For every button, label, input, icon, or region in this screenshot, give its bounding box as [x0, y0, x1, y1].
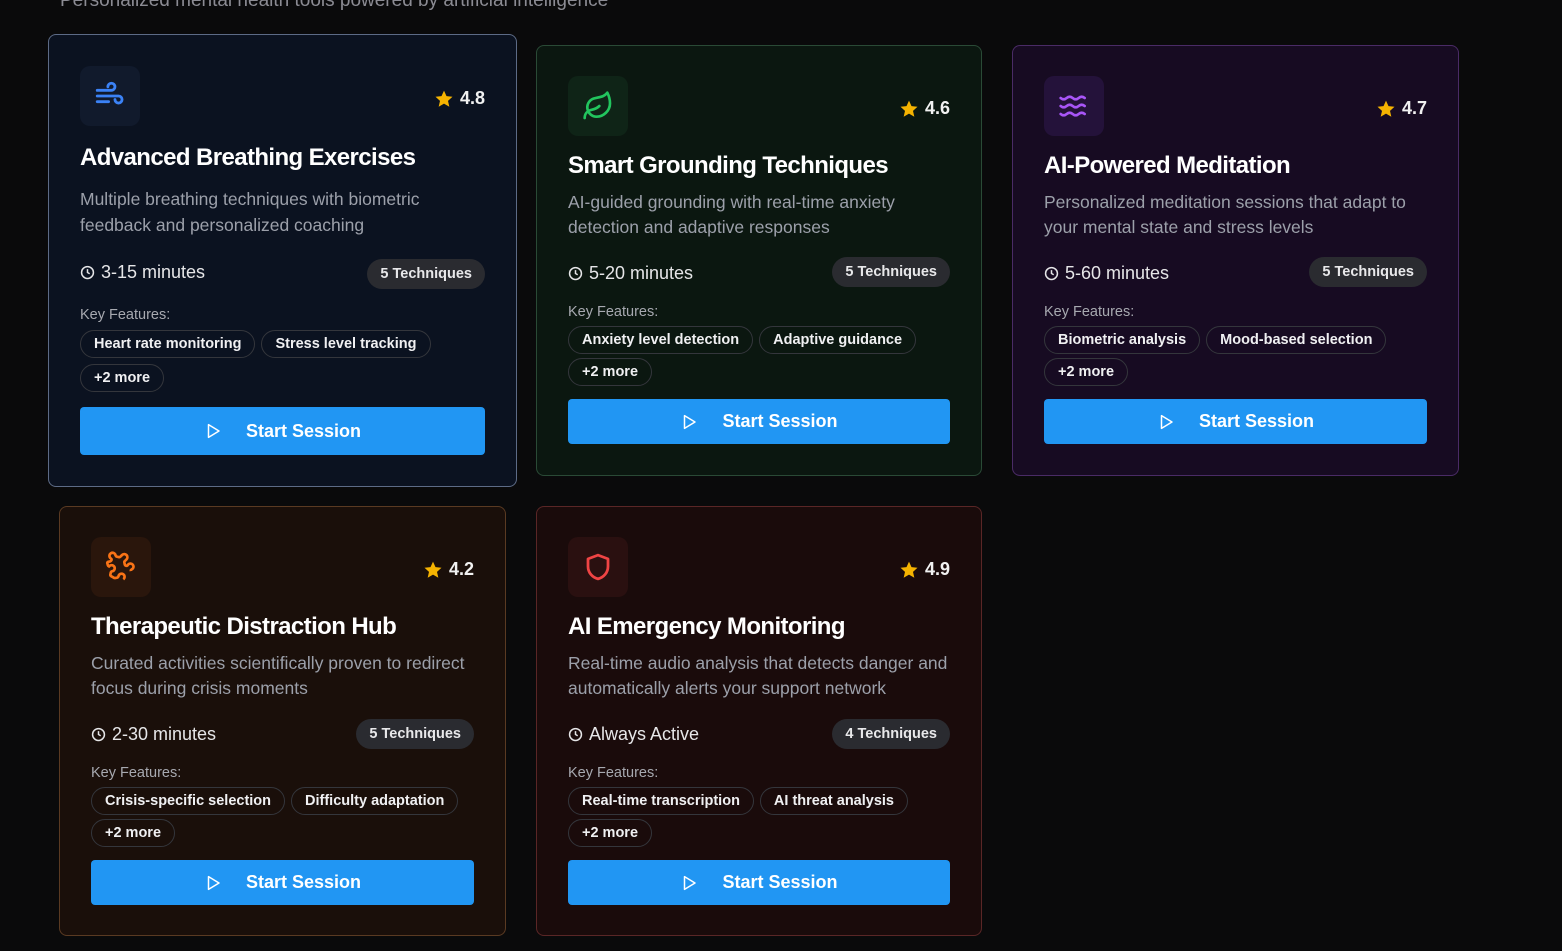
feature-tags: Biometric analysis Mood-based selection … [1044, 326, 1444, 386]
star-icon [900, 100, 918, 117]
more-features-tag[interactable]: +2 more [80, 364, 165, 392]
play-icon [207, 875, 220, 890]
start-session-button[interactable]: Start Session [568, 860, 950, 905]
play-icon [684, 414, 697, 429]
feature-tag: Mood-based selection [1206, 326, 1387, 354]
feature-tag: Crisis-specific selection [91, 787, 286, 815]
card-description: Personalized meditation sessions that ad… [1044, 192, 1406, 237]
feature-tags: Heart rate monitoring Stress level track… [80, 330, 480, 392]
more-features-tag[interactable]: +2 more [1044, 358, 1129, 386]
star-icon [900, 561, 918, 578]
start-session-button[interactable]: Start Session [1044, 399, 1427, 444]
start-session-button[interactable]: Start Session [91, 860, 474, 905]
shield-icon [568, 537, 628, 597]
duration: 5-60 minutes [1044, 263, 1169, 284]
start-session-label: Start Session [245, 872, 362, 892]
rating: 4.2 [423, 559, 474, 580]
key-features-label: Key Features: [91, 765, 182, 781]
feature-tag: AI threat analysis [759, 787, 908, 815]
more-features-tag[interactable]: +2 more [568, 358, 653, 386]
clock-icon [91, 727, 106, 742]
start-session-button[interactable]: Start Session [568, 399, 950, 444]
start-session-label: Start Session [722, 411, 838, 431]
feature-tag: Stress level tracking [261, 330, 431, 358]
rating: 4.9 [899, 559, 950, 580]
waves-icon [1044, 76, 1104, 136]
duration: 3-15 minutes [80, 262, 205, 283]
rating-value: 4.6 [924, 98, 950, 118]
star-icon [1377, 100, 1395, 117]
tool-card-grounding: 4.6 Smart Grounding Techniques AI-guided… [536, 45, 982, 476]
puzzle-icon [91, 537, 151, 597]
tool-card-emergency: 4.9 AI Emergency Monitoring Real-time au… [536, 506, 982, 936]
card-description: Curated activities scientifically proven… [91, 653, 465, 698]
rating-value: 4.7 [1401, 98, 1427, 118]
play-icon [1160, 414, 1173, 429]
start-session-button[interactable]: Start Session [80, 407, 485, 455]
feature-tag: Real-time transcription [568, 787, 754, 815]
duration: 2-30 minutes [91, 724, 216, 745]
rating-value: 4.8 [459, 88, 485, 108]
feature-tags: Real-time transcription AI threat analys… [568, 787, 968, 847]
key-features-label: Key Features: [568, 765, 659, 781]
start-session-label: Start Session [722, 872, 838, 892]
key-features-label: Key Features: [1044, 304, 1135, 320]
card-title: AI Emergency Monitoring [568, 613, 846, 640]
feature-tags: Crisis-specific selection Difficulty ada… [91, 787, 491, 847]
star-icon [435, 90, 453, 107]
tool-card-distraction: 4.2 Therapeutic Distraction Hub Curated … [59, 506, 506, 936]
techniques-badge: 5 Techniques [1309, 257, 1427, 287]
card-description: Real-time audio analysis that detects da… [568, 653, 948, 698]
tool-card-breathing: 4.8 Advanced Breathing Exercises Multipl… [48, 34, 517, 487]
key-features-label: Key Features: [80, 307, 171, 323]
feature-tag: Anxiety level detection [568, 326, 754, 354]
feature-tag: Biometric analysis [1044, 326, 1201, 354]
clock-icon [1044, 266, 1059, 281]
rating: 4.7 [1376, 98, 1427, 119]
techniques-badge: 5 Techniques [367, 259, 485, 289]
wind-icon [80, 66, 140, 126]
techniques-badge: 5 Techniques [356, 719, 474, 749]
play-icon [207, 423, 220, 439]
duration: Always Active [568, 724, 699, 745]
feature-tag: Adaptive guidance [759, 326, 917, 354]
more-features-tag[interactable]: +2 more [91, 819, 176, 847]
start-session-label: Start Session [245, 420, 362, 441]
rating-value: 4.2 [448, 559, 474, 579]
rating-value: 4.9 [924, 559, 950, 579]
duration-text: 5-20 minutes [589, 263, 694, 283]
more-features-tag[interactable]: +2 more [568, 819, 653, 847]
feature-tag: Heart rate monitoring [80, 330, 256, 358]
tool-card-meditation: 4.7 AI-Powered Meditation Personalized m… [1012, 45, 1459, 476]
duration-text: 5-60 minutes [1065, 263, 1170, 283]
card-description: AI-guided grounding with real-time anxie… [568, 192, 895, 237]
start-session-label: Start Session [1198, 411, 1315, 431]
leaf-icon [568, 76, 628, 136]
clock-icon [80, 265, 95, 280]
techniques-badge: 5 Techniques [832, 257, 950, 287]
duration-text: Always Active [589, 724, 700, 744]
feature-tag: Difficulty adaptation [291, 787, 459, 815]
rating: 4.6 [899, 98, 950, 119]
clock-icon [568, 727, 583, 742]
duration-text: 2-30 minutes [112, 724, 217, 744]
star-icon [424, 561, 442, 578]
card-title: Therapeutic Distraction Hub [91, 613, 397, 640]
card-title: Smart Grounding Techniques [568, 152, 889, 179]
card-title: Advanced Breathing Exercises [80, 144, 416, 171]
duration-text: 3-15 minutes [101, 262, 206, 282]
duration: 5-20 minutes [568, 263, 693, 284]
rating: 4.8 [434, 88, 485, 109]
clock-icon [568, 266, 583, 281]
key-features-label: Key Features: [568, 304, 659, 320]
card-title: AI-Powered Meditation [1044, 152, 1291, 179]
page-subtitle: Personalized mental health tools powered… [60, 0, 609, 11]
card-description: Multiple breathing techniques with biome… [80, 189, 420, 235]
feature-tags: Anxiety level detection Adaptive guidanc… [568, 326, 968, 386]
play-icon [684, 875, 697, 890]
techniques-badge: 4 Techniques [832, 719, 950, 749]
